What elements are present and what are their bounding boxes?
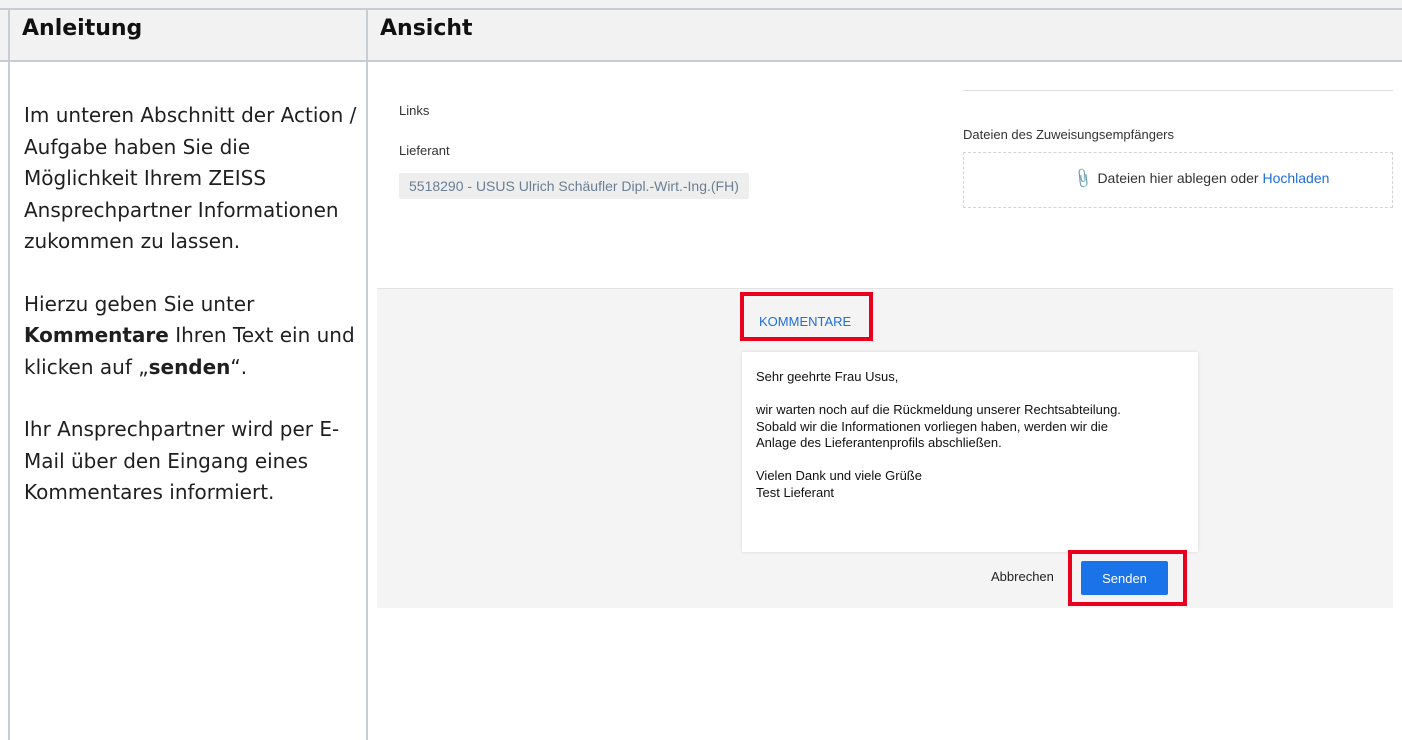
dropzone-text: Dateien hier ablegen oder [1097, 170, 1259, 186]
column-divider [366, 8, 368, 740]
header-view: Ansicht [380, 16, 473, 41]
assignee-files-label: Dateien des Zuweisungsempfängers [963, 127, 1175, 142]
comment-line: Test Lieferant [756, 484, 835, 500]
divider-line [963, 90, 1393, 91]
comment-line: Sobald wir die Informationen vorliegen h… [756, 418, 1108, 434]
instruction-paragraph-2: Hierzu geben Sie unter Kommentare Ihren … [24, 291, 355, 379]
header-instructions: Anleitung [22, 16, 143, 41]
comment-line: Vielen Dank und viele Grüße [756, 468, 922, 483]
links-label: Links [399, 103, 430, 118]
dropzone-content: 📎 Dateien hier ablegen oder Hochladen [1071, 167, 1329, 190]
comment-line: Anlage des Lieferantenprofils abschließe… [756, 435, 1002, 450]
highlight-comments-tab [740, 292, 873, 341]
paperclip-icon: 📎 [1071, 166, 1095, 190]
cancel-button[interactable]: Abbrechen [991, 569, 1054, 584]
highlight-send-button [1068, 550, 1187, 606]
supplier-chip[interactable]: 5518290 - USUS Ulrich Schäufler Dipl.-Wi… [399, 173, 749, 199]
table-top-border [0, 8, 1402, 10]
instruction-paragraph-3: Ihr Ansprechpartner wird per E-Mail über… [24, 417, 340, 504]
comment-line: Sehr geehrte Frau Usus, [756, 369, 899, 384]
instructions-text: Im unteren Abschnitt der Action / Aufgab… [24, 100, 364, 540]
table-left-border [8, 8, 10, 740]
header-divider [0, 60, 1402, 62]
upload-link[interactable]: Hochladen [1262, 170, 1329, 186]
comment-line: wir warten noch auf die Rückmeldung unse… [756, 402, 1121, 417]
comment-textarea[interactable]: Sehr geehrte Frau Usus, wir warten noch … [742, 352, 1198, 552]
supplier-label: Lieferant [399, 143, 450, 158]
instruction-paragraph-1: Im unteren Abschnitt der Action / Aufgab… [24, 103, 357, 253]
